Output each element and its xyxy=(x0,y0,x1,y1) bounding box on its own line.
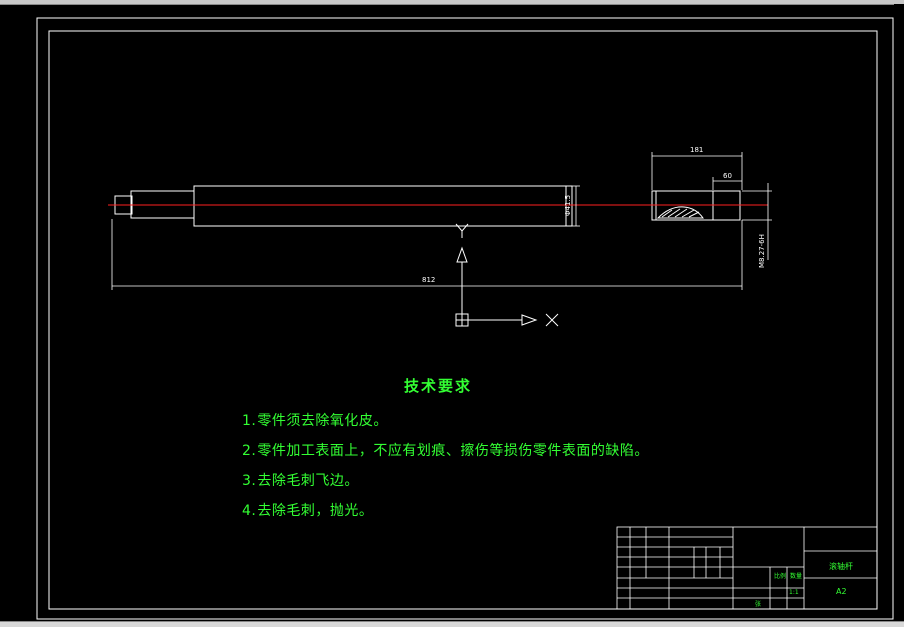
part-name-label: 滚轴杆 xyxy=(829,561,853,571)
tech-requirement-number: 1. xyxy=(242,413,257,429)
tech-requirement-number: 4. xyxy=(242,503,257,519)
tech-requirement-2: 2.零件加工表面上，不应有划痕、擦伤等损伤零件表面的缺陷。 xyxy=(242,440,649,460)
qty-header: 数量 xyxy=(790,572,802,580)
material-label: A2 xyxy=(836,587,847,596)
tech-requirement-4: 4.去除毛刺，抛光。 xyxy=(242,500,373,520)
right-gutter xyxy=(894,4,904,622)
scale-value: 1:1 xyxy=(789,589,799,596)
tech-requirement-number: 2. xyxy=(242,443,257,459)
dim-vertical-right: M8.27-6H xyxy=(758,234,766,268)
section-hatch xyxy=(656,206,704,219)
tech-requirement-3: 3.去除毛刺飞边。 xyxy=(242,470,359,490)
cad-drawing-canvas[interactable]: 812 181 60 Φ41.5 M8.27-6H 滚轴杆 A2 比例 数量 1… xyxy=(0,0,904,626)
tech-requirement-text: 零件加工表面上，不应有划痕、擦伤等损伤零件表面的缺陷。 xyxy=(257,443,649,459)
tech-requirement-1: 1.零件须去除氧化皮。 xyxy=(242,410,388,430)
tech-requirement-number: 3. xyxy=(242,473,257,489)
shaft-part[interactable] xyxy=(114,185,741,227)
dimension-lines xyxy=(111,152,772,290)
dim-total-length: 812 xyxy=(422,276,435,284)
window-bottom-strip xyxy=(0,621,904,627)
sheet-header: 张 xyxy=(755,600,761,608)
dim-right-section: 181 xyxy=(690,146,703,154)
tech-requirements-title: 技术要求 xyxy=(404,377,473,395)
tech-requirement-text: 去除毛刺飞边。 xyxy=(257,473,359,489)
dim-right-end: 60 xyxy=(723,172,732,180)
ucs-icon xyxy=(455,223,559,327)
tech-requirement-text: 去除毛刺，抛光。 xyxy=(257,503,374,519)
tech-requirement-text: 零件须去除氧化皮。 xyxy=(257,413,388,429)
outer-border xyxy=(36,17,894,620)
dim-vertical-diameter: Φ41.5 xyxy=(564,195,572,216)
shaft-main-body xyxy=(193,185,573,227)
scale-header: 比例 xyxy=(774,572,786,580)
